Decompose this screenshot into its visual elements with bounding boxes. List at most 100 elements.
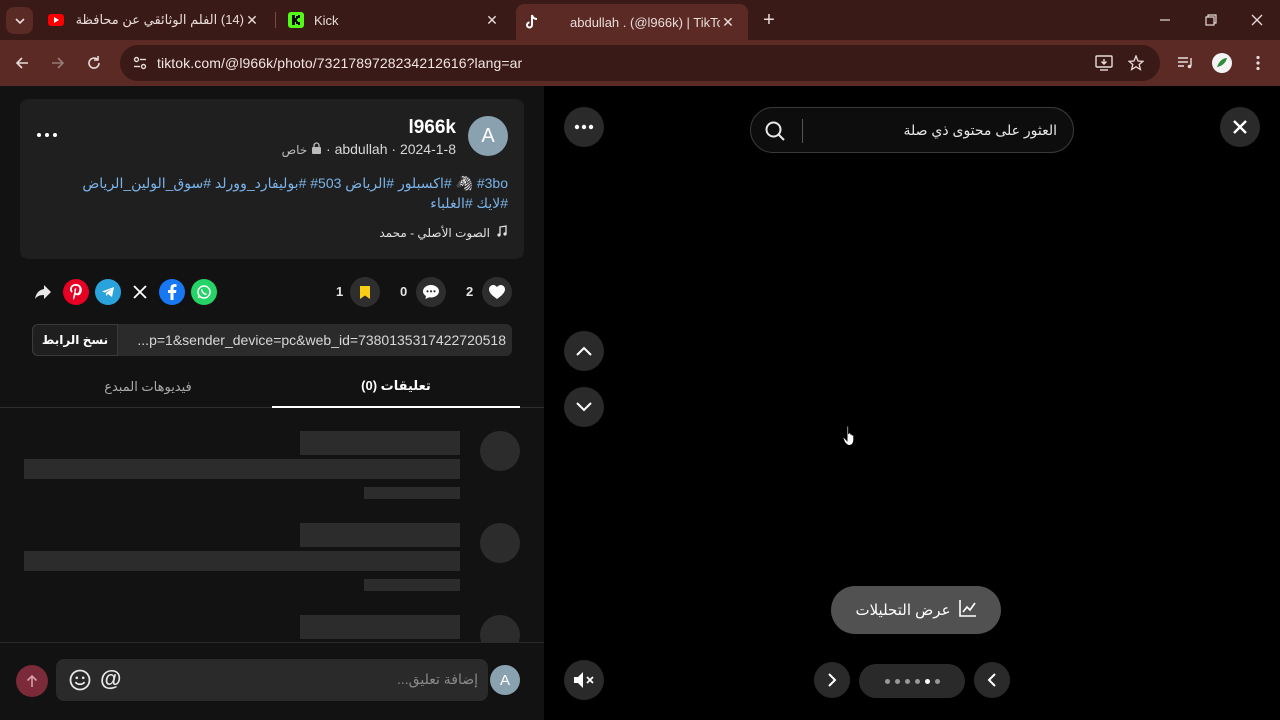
tab-comments[interactable]: (0) تعليقات [272, 366, 520, 408]
close-icon [1233, 120, 1247, 134]
action-row: 1 0 2 [30, 276, 518, 308]
like-button[interactable] [482, 277, 512, 307]
new-tab-button[interactable]: + [757, 8, 781, 32]
photo-viewer: العثور على محتوى ذي صلة عرض التحليلات [544, 86, 1280, 720]
mention-at-icon[interactable]: @ [100, 666, 121, 692]
skeleton-line [300, 523, 460, 547]
slide-dot[interactable] [904, 678, 910, 684]
share-link-row: نسخ الرابط ...p=1&sender_device=pc&web_i… [32, 324, 512, 356]
mute-button[interactable] [564, 660, 604, 700]
restore-icon[interactable] [1188, 0, 1234, 40]
skeleton-line [364, 579, 460, 591]
media-controls-icon[interactable] [1171, 48, 1201, 78]
username[interactable]: l966k [408, 117, 456, 139]
close-window-icon[interactable] [1234, 0, 1280, 40]
content-tabs: (0) تعليقات فيديوهات المبدع [0, 366, 544, 408]
back-icon[interactable] [7, 48, 37, 78]
heart-icon [489, 285, 505, 299]
chevron-left-icon [987, 673, 996, 687]
profile-avatar[interactable] [1207, 48, 1237, 78]
whatsapp-icon[interactable] [191, 279, 217, 305]
facebook-icon[interactable] [159, 279, 185, 305]
share-arrow-icon[interactable] [30, 279, 56, 305]
avatar[interactable]: A [468, 116, 508, 156]
browser-tab-youtube[interactable]: (14) الفلم الوثائقي عن محافظة ال ✕ [46, 0, 272, 40]
pinterest-icon[interactable] [63, 279, 89, 305]
post-comment-button[interactable] [16, 665, 48, 697]
arrow-up-icon [26, 674, 38, 687]
next-slide-button[interactable] [814, 662, 850, 698]
youtube-icon [48, 12, 64, 28]
sound-title: الصوت الأصلي - محمد [379, 225, 490, 240]
viewer-more-button[interactable] [564, 107, 604, 147]
address-bar[interactable]: tiktok.com/@l966k/photo/7321789728234212… [120, 45, 1160, 81]
tab-search-button[interactable] [6, 7, 33, 34]
comment-composer: @ إضافة تعليق... A [0, 642, 544, 720]
bookmark-star-icon[interactable] [1124, 51, 1148, 75]
close-tab-icon[interactable]: ✕ [244, 12, 260, 28]
skeleton-avatar [480, 431, 520, 471]
save-button[interactable] [350, 277, 380, 307]
install-app-icon[interactable] [1092, 51, 1116, 75]
close-viewer-button[interactable] [1220, 107, 1260, 147]
x-twitter-icon[interactable] [127, 279, 153, 305]
privacy-label: خاص [281, 143, 308, 157]
share-link-text[interactable]: ...p=1&sender_device=pc&web_id=738013531… [124, 332, 506, 348]
tab-title: Kick [314, 12, 339, 28]
browser-tab-kick[interactable]: Kick ✕ [286, 0, 512, 40]
analytics-chart-icon [958, 599, 977, 621]
save-count: 1 [336, 284, 344, 299]
comment-input[interactable]: @ إضافة تعليق... [56, 659, 488, 701]
emoji-icon[interactable] [68, 668, 92, 692]
reload-icon[interactable] [79, 48, 109, 78]
slide-dot[interactable] [914, 678, 920, 684]
slide-dot[interactable] [884, 678, 890, 684]
slide-indicator [859, 664, 965, 698]
close-tab-icon[interactable]: ✕ [484, 12, 500, 28]
minimize-icon[interactable] [1142, 0, 1188, 40]
more-options-icon[interactable] [36, 125, 58, 143]
search-placeholder: العثور على محتوى ذي صلة [903, 122, 1057, 138]
hand-cursor-icon [842, 425, 858, 452]
tab-title: abdullah . (@l966k) | TikTok [570, 14, 720, 30]
previous-post-button[interactable] [564, 331, 604, 371]
tab-separator [275, 12, 276, 28]
comment-icon [423, 285, 439, 299]
url-text[interactable]: tiktok.com/@l966k/photo/7321789728234212… [157, 55, 522, 71]
display-name[interactable]: abdullah [335, 141, 388, 157]
copy-link-button[interactable]: نسخ الرابط [32, 324, 118, 356]
tab-title: (14) الفلم الوثائقي عن محافظة ال [74, 12, 244, 27]
skeleton-line [24, 459, 460, 479]
search-icon[interactable] [763, 119, 787, 143]
post-date: 2024-1-8 [399, 141, 456, 157]
slide-dot[interactable] [894, 678, 900, 684]
more-dots-icon [574, 124, 594, 130]
comment-button[interactable] [416, 277, 446, 307]
skeleton-line [300, 431, 460, 455]
meta-separator: · [391, 141, 397, 157]
forward-icon[interactable] [43, 48, 73, 78]
related-search-bar[interactable]: العثور على محتوى ذي صلة [750, 107, 1074, 153]
site-settings-icon[interactable] [128, 51, 152, 75]
slide-dot[interactable] [934, 678, 940, 684]
comment-placeholder: إضافة تعليق... [397, 671, 478, 687]
sound-link[interactable]: الصوت الأصلي - محمد [379, 225, 508, 240]
post-description[interactable]: #3bo 🦓 #اكسبلور #الرياض 503# #بوليفارد_و… [48, 173, 508, 213]
lock-icon [307, 141, 322, 157]
slide-dot[interactable] [924, 678, 930, 684]
view-analytics-button[interactable]: عرض التحليلات [831, 586, 1001, 634]
telegram-icon[interactable] [95, 279, 121, 305]
tab-creator-videos[interactable]: فيديوهات المبدع [24, 366, 272, 408]
post-details-panel: A l966k abdullah · 2024-1-8 · خاص #3bo 🦓… [0, 86, 544, 720]
comment-count: 0 [400, 284, 408, 299]
like-count: 2 [466, 284, 474, 299]
chevron-down-icon [14, 17, 25, 24]
browser-tab-tiktok[interactable]: abdullah . (@l966k) | TikTok ✕ [516, 4, 748, 40]
bookmark-icon [360, 285, 370, 299]
search-divider [802, 119, 803, 143]
previous-slide-button[interactable] [974, 662, 1010, 698]
next-post-button[interactable] [564, 387, 604, 427]
close-tab-icon[interactable]: ✕ [720, 14, 736, 30]
browser-menu-icon[interactable] [1243, 48, 1273, 78]
browser-tab-bar: (14) الفلم الوثائقي عن محافظة ال ✕ Kick … [0, 0, 1280, 40]
